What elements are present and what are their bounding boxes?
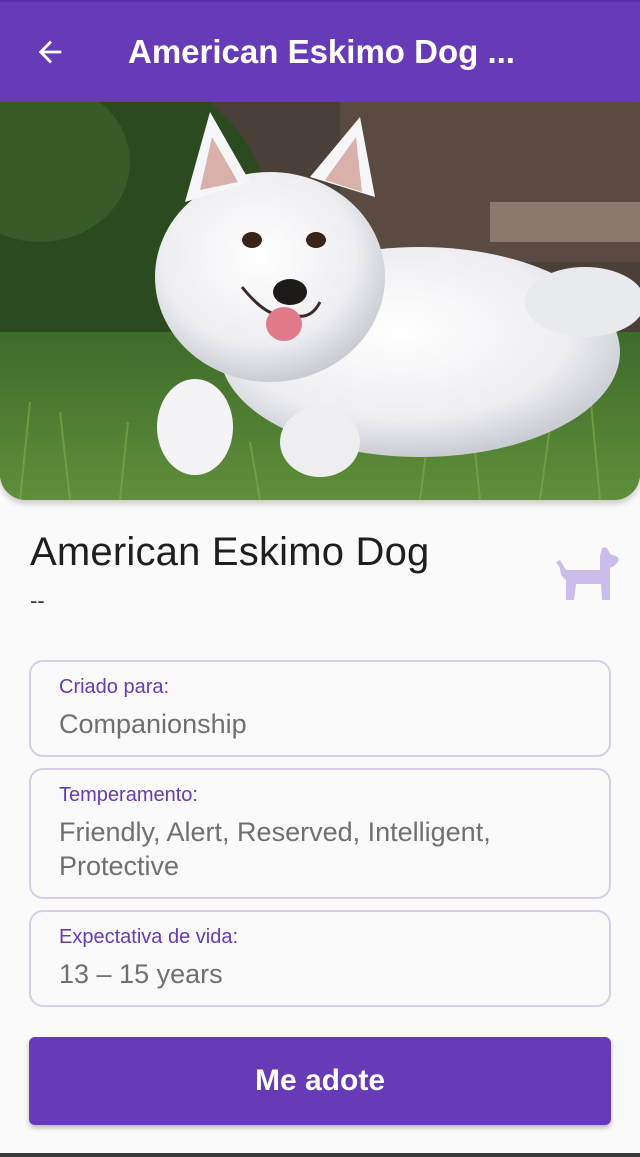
breed-subtitle: -- (30, 588, 45, 613)
adopt-button[interactable]: Me adote (29, 1037, 611, 1125)
card-temperament: Temperamento: Friendly, Alert, Reserved,… (29, 768, 611, 899)
dog-photo (0, 102, 640, 500)
screen: American Eskimo Dog ... American Eskimo … (0, 0, 640, 1157)
back-button[interactable] (0, 1, 100, 103)
arrow-left-icon (38, 40, 62, 64)
bottom-edge (0, 1153, 640, 1157)
card-label: Criado para: (59, 676, 170, 698)
card-value: Companionship (59, 709, 247, 739)
card-value: Friendly, Alert, Reserved, Intelligent, … (59, 817, 491, 881)
app-bar-title: American Eskimo Dog ... (128, 33, 515, 70)
app-bar: American Eskimo Dog ... (0, 0, 640, 102)
card-value: 13 – 15 years (59, 959, 223, 989)
card-label: Temperamento: (59, 784, 198, 806)
breed-name: American Eskimo Dog (30, 530, 430, 574)
card-label: Expectativa de vida: (59, 926, 238, 948)
card-bred-for: Criado para: Companionship (29, 660, 611, 757)
dog-icon (556, 547, 619, 600)
card-life-span: Expectativa de vida: 13 – 15 years (29, 910, 611, 1007)
